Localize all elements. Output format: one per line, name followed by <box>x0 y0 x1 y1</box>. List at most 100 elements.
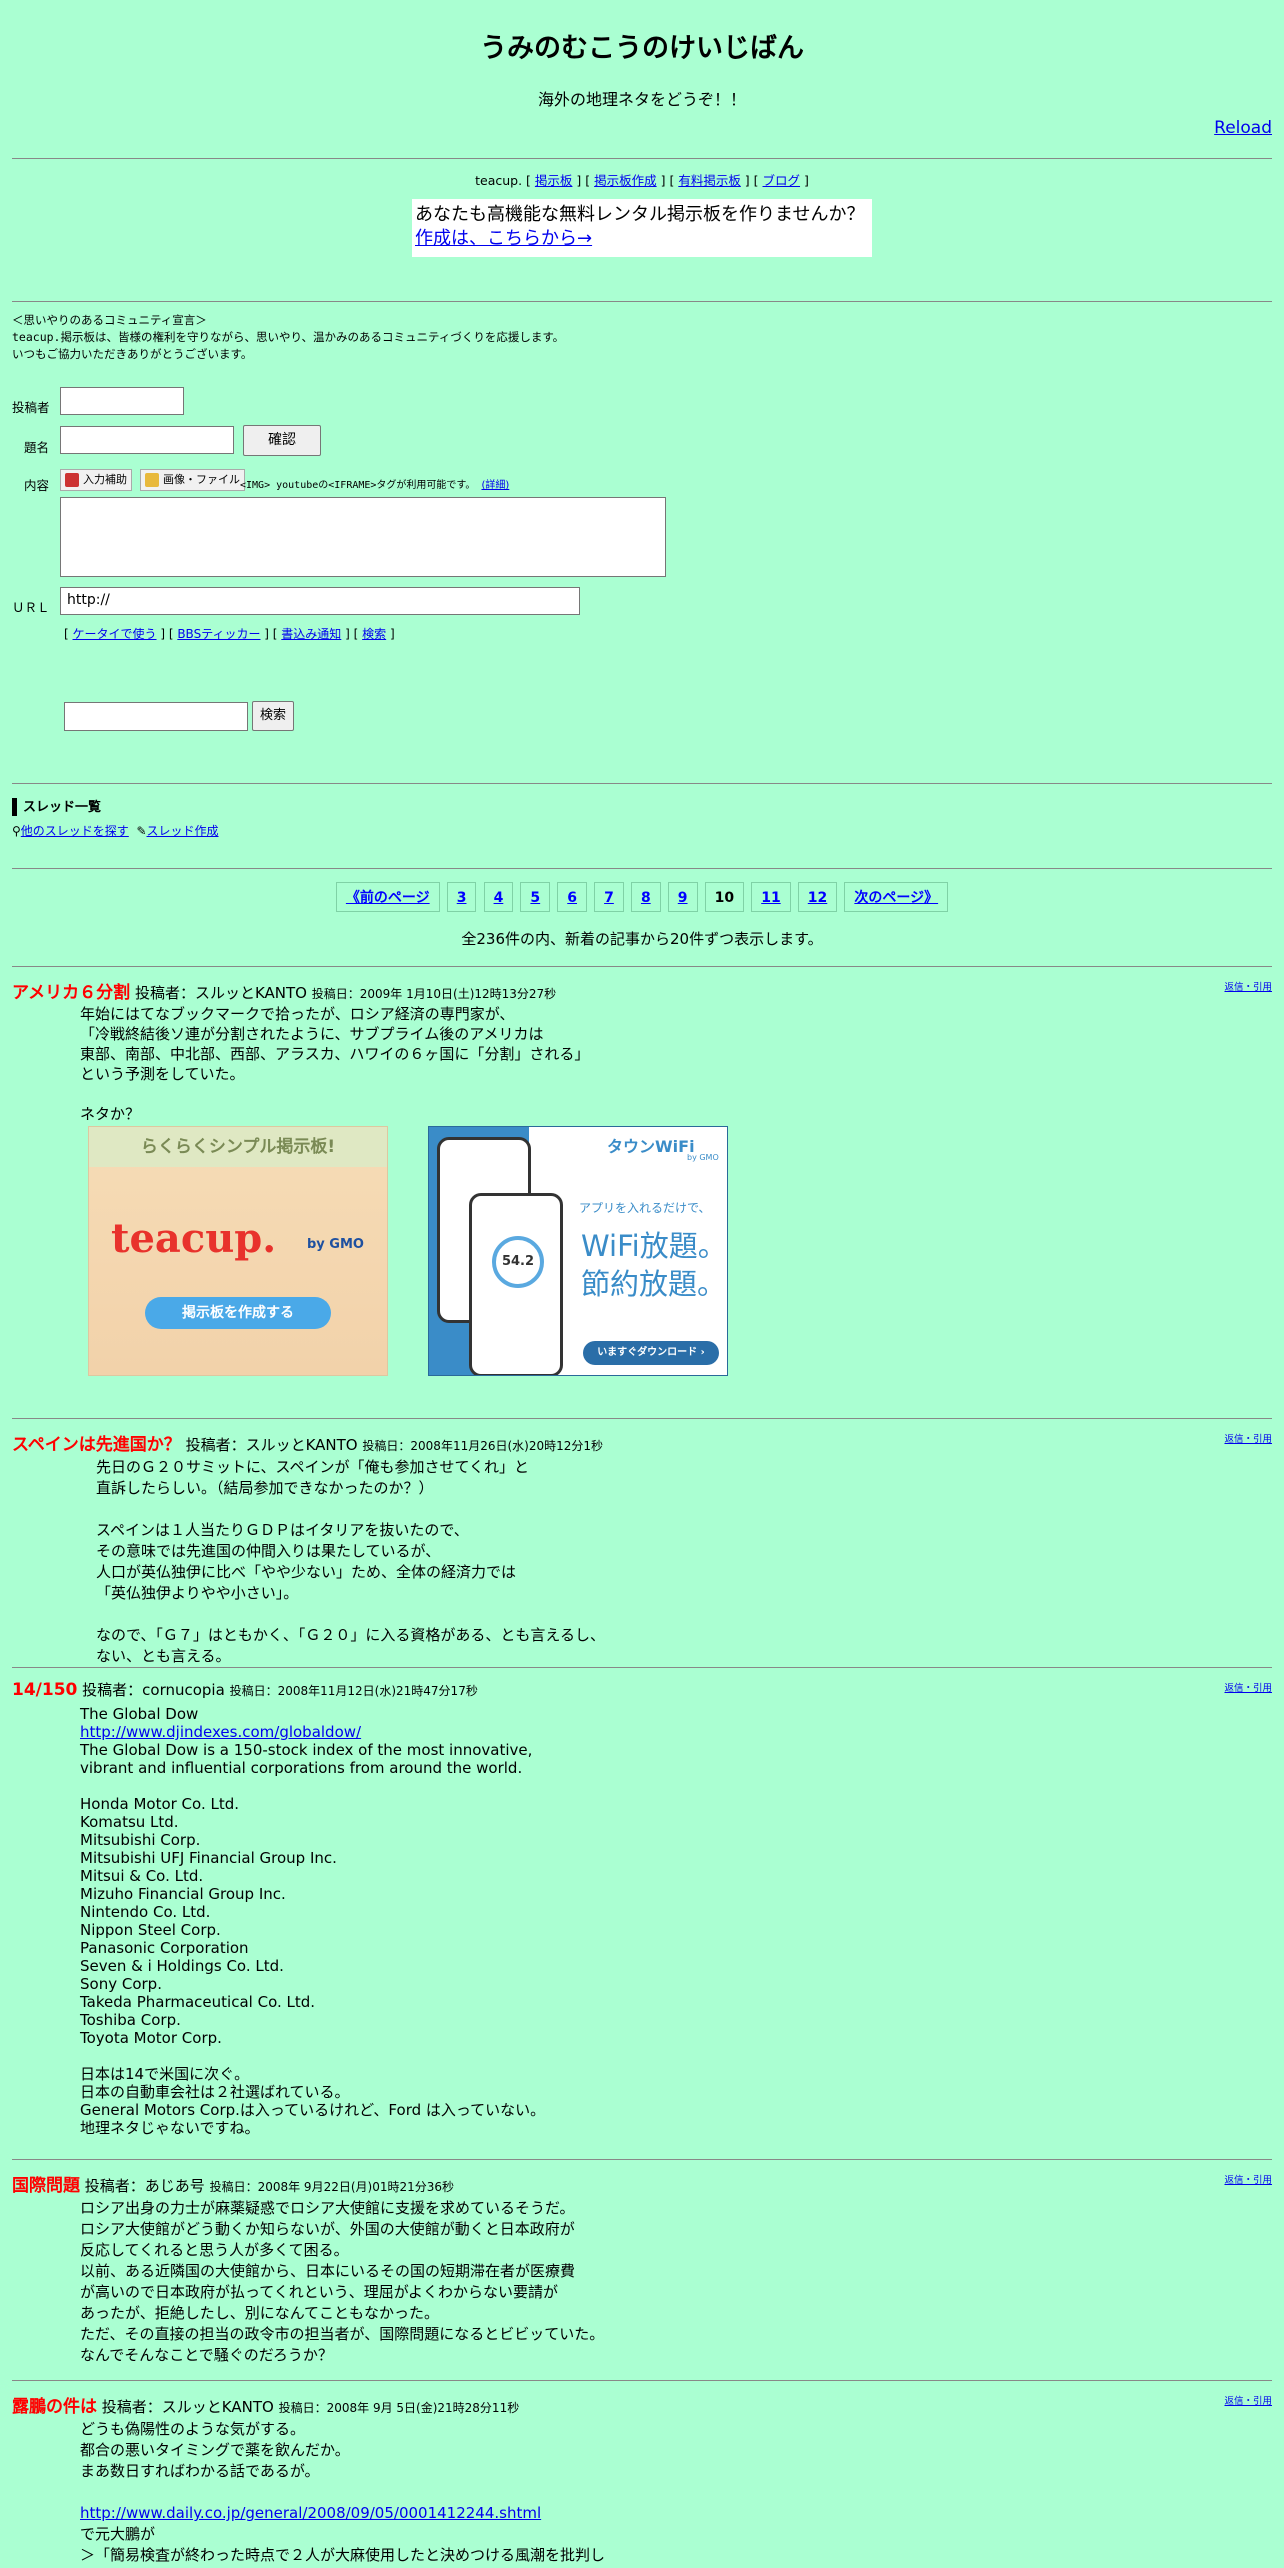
promo-link[interactable]: 作成は、こちらから→ <box>415 228 592 249</box>
subject-label: 題名 <box>24 440 50 455</box>
page-info: 全236件の内、新着の記事から20件ずつ表示します。 <box>461 930 823 948</box>
post-header: スペインは先進国か？ 投稿者：スルッとKANTO 投稿日：2008年11月26日… <box>12 1419 1272 1455</box>
post-text: で元大鵬が ＞「簡易検査が終わった時点で２人が大麻使用したと決めつける風潮を批判… <box>80 2525 606 2564</box>
author-input[interactable] <box>60 387 184 415</box>
divider <box>12 868 1272 869</box>
divider <box>12 158 1272 159</box>
folder-icon <box>145 473 159 487</box>
wifi-banner[interactable]: 54.2 タウンWiFi by GMO アプリを入れるだけで、 WiFi放題。 … <box>428 1126 728 1376</box>
page: うみのむこうのけいじばん 海外の地理ネタをどうぞ！！ Reload teacup… <box>0 0 1284 2566</box>
post-text: どうも偽陽性のような気がする。 都合の悪いタイミングで薬を飲んだか。 まあ数日す… <box>80 2420 350 2480</box>
download-button[interactable]: いますぐダウンロード › <box>583 1341 719 1365</box>
lock-icon <box>65 473 79 487</box>
find-threads-link[interactable]: 他のスレッドを探す <box>21 824 129 838</box>
thread-list-heading: スレッド一覧 <box>12 798 1272 816</box>
reply-link[interactable]: 返信・引用 <box>1224 1680 1272 1694</box>
reply-link[interactable]: 返信・引用 <box>1224 979 1272 993</box>
post-text: The Global Dow is a 150-stock index of t… <box>80 1741 546 2137</box>
content-textarea[interactable] <box>60 497 666 577</box>
promo-box: あなたも高機能な無料レンタル掲示板を作りませんか？ 作成は、こちらから→ <box>412 199 872 257</box>
page-link[interactable]: 11 <box>751 882 791 912</box>
page-link[interactable]: 12 <box>797 882 838 912</box>
thread-list: スレッド一覧 ⚲他のスレッドを探す ✎スレッド作成 <box>12 784 1272 868</box>
nav-link-create-bbs[interactable]: 掲示板作成 <box>594 173 657 188</box>
confirm-button[interactable]: 確認 <box>243 425 321 456</box>
reply-link[interactable]: 返信・引用 <box>1224 2172 1272 2186</box>
create-bbs-button[interactable]: 掲示板を作成する <box>145 1297 331 1329</box>
promo-text: あなたも高機能な無料レンタル掲示板を作りませんか？ <box>415 204 865 225</box>
declaration-line1: 掲示板は、皆様の権利を守りながら、思いやり、温かみのあるコミュニティづくりを応援… <box>60 330 565 344</box>
post-author: 投稿者：スルッとKANTO <box>101 2398 274 2416</box>
wifi-line3: 節約放題。 <box>581 1267 727 1301</box>
page-title: うみのむこうのけいじばん <box>480 33 804 64</box>
post-author: 投稿者：cornucopia <box>82 1681 225 1699</box>
post-body: 年始にはてなブックマークで拾ったが、ロシア経済の専門家が、 「冷戦終結後ソ連が分… <box>80 1005 590 1123</box>
post-text: The Global Dow <box>80 1705 199 1723</box>
post-author: 投稿者：スルッとKANTO <box>134 984 307 1002</box>
reply-link[interactable]: 返信・引用 <box>1224 2393 1272 2407</box>
post: 露鵬の件は 投稿者：スルッとKANTO 投稿日：2008年 9月 5日(金)21… <box>12 2380 1272 2566</box>
post-form: 投稿者 題名 確認 内容 入力補助 画像・ファイル <IMG> youtubeの… <box>12 363 1284 783</box>
page-subtitle: 海外の地理ネタをどうぞ！！ <box>537 90 746 109</box>
teacup-nav: teacup. [ 掲示板 ] [ 掲示板作成 ] [ 有料掲示板 ] [ ブロ… <box>475 173 809 188</box>
search-link[interactable]: 検索 <box>362 627 386 641</box>
page-link[interactable]: 8 <box>630 882 661 912</box>
search-icon: ⚲ <box>12 824 21 838</box>
page-link[interactable]: 9 <box>667 882 698 912</box>
post-date: 投稿日：2008年11月12日(水)21時47分17秒 <box>229 1684 478 1698</box>
page-link[interactable]: 5 <box>520 882 551 912</box>
form-links: [ ケータイで使う ] [ BBSティッカー ] [ 書込み通知 ] [ 検索 … <box>64 627 395 641</box>
input-assist-label: 入力補助 <box>83 473 127 486</box>
post-body: 先日のＧ２０サミットに、スペインが「俺も参加させてくれ」と 直訴したらしい。（結… <box>96 1458 605 1665</box>
post-title: 国際問題 <box>12 2176 80 2196</box>
post-title: 14/150 <box>12 1680 78 1700</box>
reload-link[interactable]: Reload <box>1214 118 1272 138</box>
post-body: ロシア出身の力士が麻薬疑惑でロシア大使館に支援を求めているそうだ。 ロシア大使館… <box>80 2199 605 2364</box>
nav-link-blog[interactable]: ブログ <box>763 173 801 188</box>
page-link[interactable]: 7 <box>594 882 624 912</box>
divider <box>12 301 1272 302</box>
post-link[interactable]: http://www.djindexes.com/globaldow/ <box>80 1723 361 1741</box>
post-date: 投稿日：2009年 1月10日(土)12時13分27秒 <box>311 987 557 1001</box>
next-page-link[interactable]: 次のページ》 <box>844 882 949 912</box>
teacup-logo: teacup. <box>111 1215 277 1262</box>
nav-link-bbs[interactable]: 掲示板 <box>535 173 573 188</box>
author-label: 投稿者 <box>12 400 50 415</box>
post: 14/150 投稿者：cornucopia 投稿日：2008年11月12日(水)… <box>12 1667 1272 2159</box>
url-input[interactable]: http:// <box>60 587 580 615</box>
declaration-heading: ＜思いやりのあるコミュニティ宣言＞ <box>12 313 207 327</box>
post-link[interactable]: http://www.daily.co.jp/general/2008/09/0… <box>80 2504 541 2522</box>
nav-link-paid-bbs[interactable]: 有料掲示板 <box>678 173 741 188</box>
details-link[interactable]: (詳細) <box>481 480 509 491</box>
prev-page-link[interactable]: 《前のページ <box>335 882 440 912</box>
post-date: 投稿日：2008年 9月 5日(金)21時28分11秒 <box>278 2401 520 2415</box>
create-thread-link[interactable]: スレッド作成 <box>147 824 219 838</box>
page-link[interactable]: 6 <box>557 882 587 912</box>
post-body: どうも偽陽性のような気がする。 都合の悪いタイミングで薬を飲んだか。 まあ数日す… <box>80 2419 1272 2566</box>
notify-link[interactable]: 書込み通知 <box>281 627 341 641</box>
post-body: The Global Dow http://www.djindexes.com/… <box>80 1705 1272 2159</box>
content-label: 内容 <box>24 478 50 493</box>
subject-input[interactable] <box>60 426 234 454</box>
post: 国際問題 投稿者：あじあ号 投稿日：2008年 9月22日(月)01時21分36… <box>12 2159 1272 2380</box>
post: アメリカ６分割 投稿者：スルッとKANTO 投稿日：2009年 1月10日(土)… <box>12 966 1272 1418</box>
ticker-link[interactable]: BBSティッカー <box>177 627 260 641</box>
tags-note-text: <IMG> youtubeの<IFRAME>タグが利用可能です。 <box>240 480 476 491</box>
search-button[interactable]: 検索 <box>252 701 294 731</box>
page-link[interactable]: 4 <box>483 882 514 912</box>
input-assist-button[interactable]: 入力補助 <box>60 469 132 491</box>
post-author: 投稿者：あじあ号 <box>84 2177 205 2195</box>
post-date: 投稿日：2008年 9月22日(月)01時21分36秒 <box>209 2180 455 2194</box>
page-link[interactable]: 3 <box>446 882 477 912</box>
search-input[interactable] <box>64 702 248 731</box>
post-header: 14/150 投稿者：cornucopia 投稿日：2008年11月12日(水)… <box>12 1668 1272 1701</box>
teacup-banner[interactable]: らくらくシンプル掲示板! teacup. by GMO 掲示板を作成する <box>88 1126 388 1376</box>
mobile-link[interactable]: ケータイで使う <box>73 627 157 641</box>
pagination: 《前のページ 3 4 5 6 7 8 9 10 11 12 次のページ》 <box>0 882 1284 914</box>
image-file-button[interactable]: 画像・ファイル <box>140 469 245 491</box>
reply-link[interactable]: 返信・引用 <box>1224 1431 1272 1445</box>
speed-gauge: 54.2 <box>492 1236 544 1288</box>
teacup-by-gmo: by GMO <box>307 1237 364 1252</box>
declaration-line2: いつもご協力いただきありがとうございます。 <box>12 347 253 361</box>
wifi-line1: アプリを入れるだけで、 <box>579 1201 711 1215</box>
